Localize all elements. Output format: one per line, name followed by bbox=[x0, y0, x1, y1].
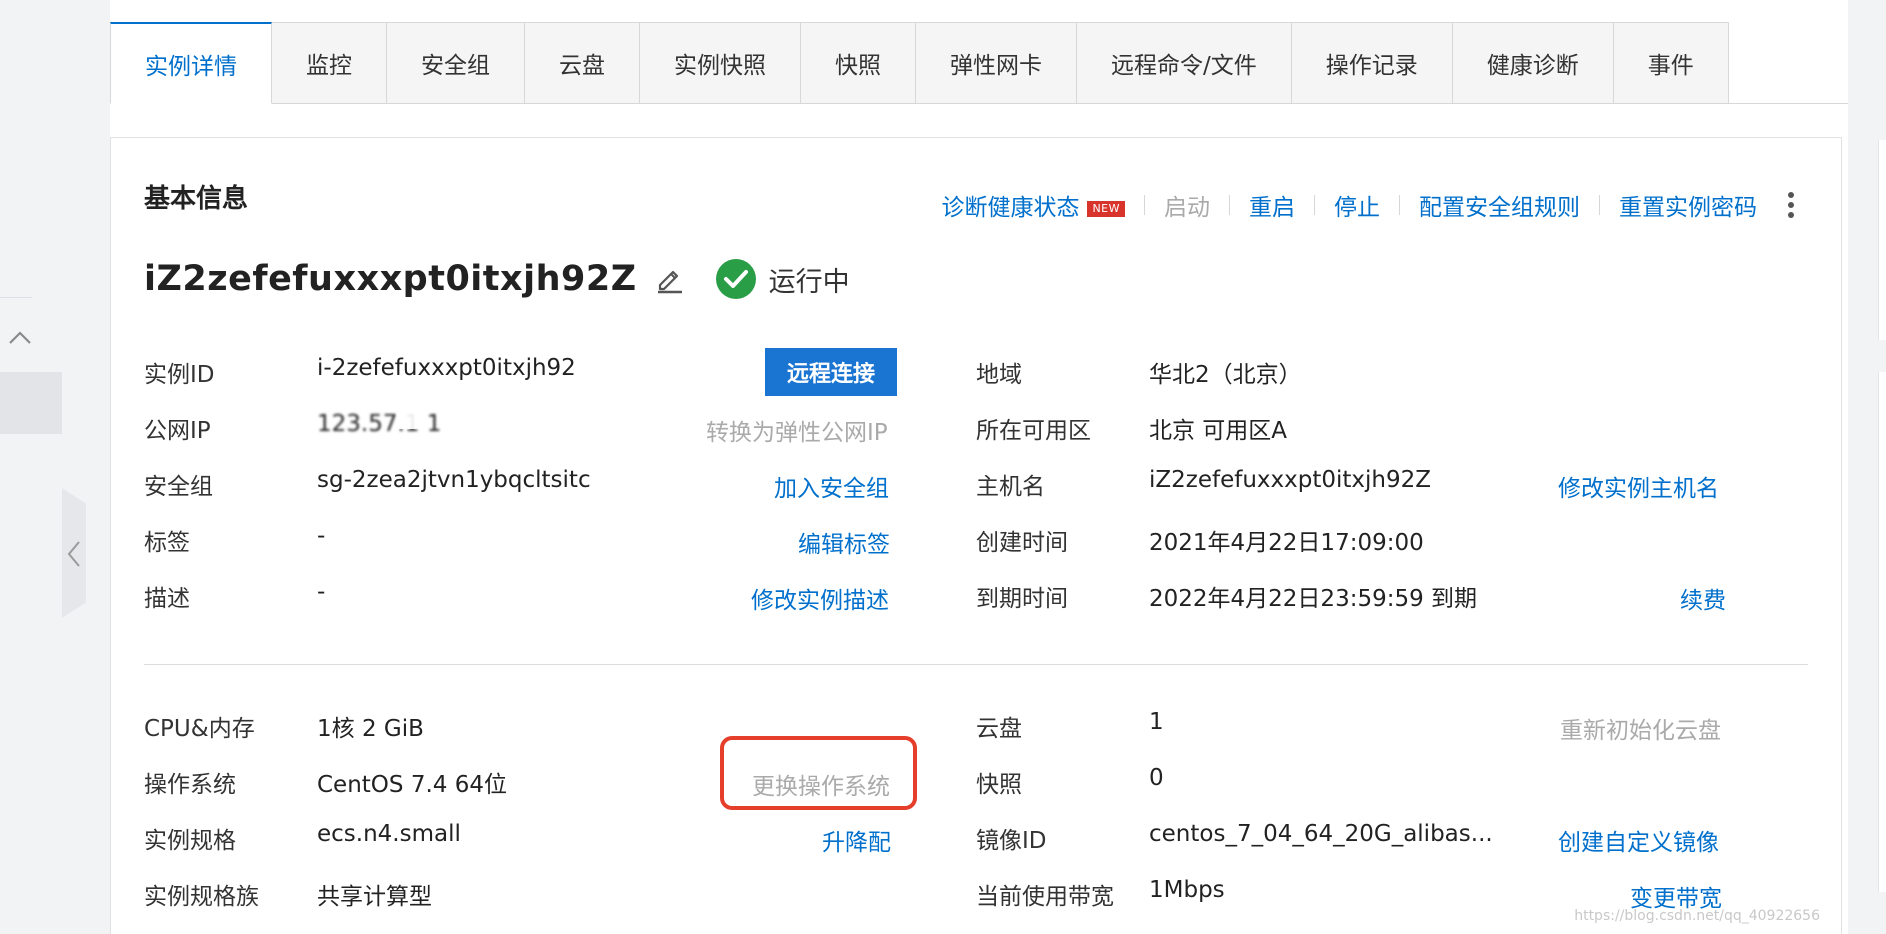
action-separator bbox=[1229, 195, 1230, 215]
right-panel-edge bbox=[1878, 140, 1886, 340]
region-value: 华北2（北京） bbox=[1149, 362, 1302, 388]
tab-eni[interactable]: 弹性网卡 bbox=[916, 22, 1077, 104]
zone-label: 所在可用区 bbox=[976, 418, 1091, 444]
zone-value: 北京 可用区A bbox=[1149, 418, 1288, 444]
chevron-up-icon[interactable] bbox=[6, 326, 34, 350]
action-separator bbox=[1314, 195, 1315, 215]
tab-operation-log[interactable]: 操作记录 bbox=[1291, 22, 1453, 104]
restart-button[interactable]: 重启 bbox=[1249, 188, 1295, 222]
more-actions-icon[interactable] bbox=[1781, 191, 1801, 219]
tab-cloud-disk[interactable]: 云盘 bbox=[525, 22, 640, 104]
right-panel-edge bbox=[1878, 372, 1886, 892]
snapshot-value: 0 bbox=[1149, 765, 1164, 791]
bandwidth-label: 当前使用带宽 bbox=[976, 884, 1114, 910]
expires-label: 到期时间 bbox=[976, 586, 1068, 612]
tags-value: - bbox=[317, 523, 326, 549]
instance-name: iZ2zefefuxxxpt0itxjh92Z bbox=[144, 259, 637, 299]
upgrade-downgrade-link[interactable]: 升降配 bbox=[822, 823, 891, 857]
rail-selected-block[interactable] bbox=[0, 372, 62, 434]
spec-family-value: 共享计算型 bbox=[317, 884, 432, 910]
disk-value: 1 bbox=[1149, 709, 1164, 735]
redaction-mask bbox=[397, 407, 419, 429]
instance-id-value: i-2zefefuxxxpt0itxjh92 bbox=[317, 355, 576, 381]
bandwidth-value: 1Mbps bbox=[1149, 877, 1225, 903]
start-button[interactable]: 启动 bbox=[1164, 188, 1210, 222]
config-sg-rules-link[interactable]: 配置安全组规则 bbox=[1419, 188, 1580, 222]
tab-snapshot[interactable]: 快照 bbox=[801, 22, 916, 104]
tags-label: 标签 bbox=[144, 530, 190, 556]
reinit-disk-link[interactable]: 重新初始化云盘 bbox=[1560, 711, 1721, 745]
cpu-memory-value: 1核 2 GiB bbox=[317, 716, 424, 742]
tab-monitoring[interactable]: 监控 bbox=[272, 22, 387, 104]
renew-link[interactable]: 续费 bbox=[1680, 581, 1726, 615]
tab-instance-detail[interactable]: 实例详情 bbox=[110, 22, 272, 104]
collapse-sidebar-handle[interactable] bbox=[62, 488, 86, 618]
action-separator bbox=[1144, 195, 1145, 215]
region-label: 地域 bbox=[976, 362, 1022, 388]
annotation-highlight bbox=[720, 736, 917, 810]
public-ip-value: 123.57.1 1 bbox=[317, 411, 442, 437]
left-rail bbox=[0, 0, 62, 934]
description-label: 描述 bbox=[144, 586, 190, 612]
create-custom-image-link[interactable]: 创建自定义镜像 bbox=[1558, 823, 1719, 857]
edit-description-link[interactable]: 修改实例描述 bbox=[751, 581, 889, 615]
watermark: https://blog.csdn.net/qq_40922656 bbox=[1574, 908, 1820, 924]
section-divider bbox=[144, 664, 1808, 665]
spec-value: ecs.n4.small bbox=[317, 821, 461, 847]
spec-label: 实例规格 bbox=[144, 828, 236, 854]
instance-detail-page: 实例详情 监控 安全组 云盘 实例快照 快照 弹性网卡 远程命令/文件 操作记录… bbox=[110, 0, 1848, 934]
stop-button[interactable]: 停止 bbox=[1334, 188, 1380, 222]
tab-events[interactable]: 事件 bbox=[1613, 22, 1729, 104]
edit-hostname-link[interactable]: 修改实例主机名 bbox=[1558, 469, 1719, 503]
tab-remote-command[interactable]: 远程命令/文件 bbox=[1077, 22, 1292, 104]
rail-divider bbox=[0, 297, 32, 298]
os-value: CentOS 7.4 64位 bbox=[317, 772, 507, 798]
redaction-mask bbox=[443, 407, 465, 429]
section-title: 基本信息 bbox=[144, 184, 249, 214]
action-separator bbox=[1399, 195, 1400, 215]
security-group-label: 安全组 bbox=[144, 474, 213, 500]
created-value: 2021年4月22日17:09:00 bbox=[1149, 530, 1424, 556]
description-value: - bbox=[317, 579, 326, 605]
reset-password-link[interactable]: 重置实例密码 bbox=[1619, 188, 1757, 222]
basic-info-card: 基本信息 诊断健康状态 NEW 启动 重启 停止 配置安全组规则 重置实例密码 i… bbox=[110, 137, 1842, 934]
instance-actions: 诊断健康状态 NEW 启动 重启 停止 配置安全组规则 重置实例密码 bbox=[941, 188, 1801, 222]
tab-instance-snapshot[interactable]: 实例快照 bbox=[640, 22, 801, 104]
diagnose-health-link[interactable]: 诊断健康状态 NEW bbox=[941, 188, 1125, 222]
tab-bar: 实例详情 监控 安全组 云盘 实例快照 快照 弹性网卡 远程命令/文件 操作记录… bbox=[110, 22, 1729, 104]
cpu-memory-label: CPU&内存 bbox=[144, 716, 255, 742]
edit-pencil-icon[interactable] bbox=[655, 264, 685, 294]
running-check-icon bbox=[715, 259, 756, 299]
edit-tags-link[interactable]: 编辑标签 bbox=[798, 525, 890, 559]
instance-id-label: 实例ID bbox=[144, 362, 215, 388]
convert-eip-link[interactable]: 转换为弹性公网IP bbox=[706, 413, 888, 447]
security-group-value: sg-2zea2jtvn1ybqcltsitc bbox=[317, 467, 591, 493]
tab-security-group[interactable]: 安全组 bbox=[387, 22, 525, 104]
hostname-label: 主机名 bbox=[976, 474, 1045, 500]
expires-value: 2022年4月22日23:59:59 到期 bbox=[1149, 586, 1478, 612]
action-separator bbox=[1599, 195, 1600, 215]
chevron-left-icon bbox=[67, 541, 80, 567]
status-text: 运行中 bbox=[768, 266, 850, 298]
image-id-value: centos_7_04_64_20G_alibas... bbox=[1149, 821, 1493, 847]
new-badge: NEW bbox=[1087, 200, 1125, 217]
image-id-label: 镜像ID bbox=[976, 828, 1047, 854]
os-label: 操作系统 bbox=[144, 772, 236, 798]
snapshot-label: 快照 bbox=[976, 772, 1022, 798]
join-security-group-link[interactable]: 加入安全组 bbox=[774, 469, 889, 503]
instance-header: iZ2zefefuxxxpt0itxjh92Z 运行中 bbox=[144, 258, 850, 300]
disk-label: 云盘 bbox=[976, 716, 1022, 742]
diagnose-health-label: 诊断健康状态 bbox=[941, 195, 1080, 221]
remote-connect-button[interactable]: 远程连接 bbox=[765, 348, 897, 396]
hostname-value: iZ2zefefuxxxpt0itxjh92Z bbox=[1149, 467, 1432, 493]
spec-family-label: 实例规格族 bbox=[144, 884, 259, 910]
public-ip-label: 公网IP bbox=[144, 418, 211, 444]
tab-health-diagnosis[interactable]: 健康诊断 bbox=[1452, 22, 1614, 104]
created-label: 创建时间 bbox=[976, 530, 1068, 556]
